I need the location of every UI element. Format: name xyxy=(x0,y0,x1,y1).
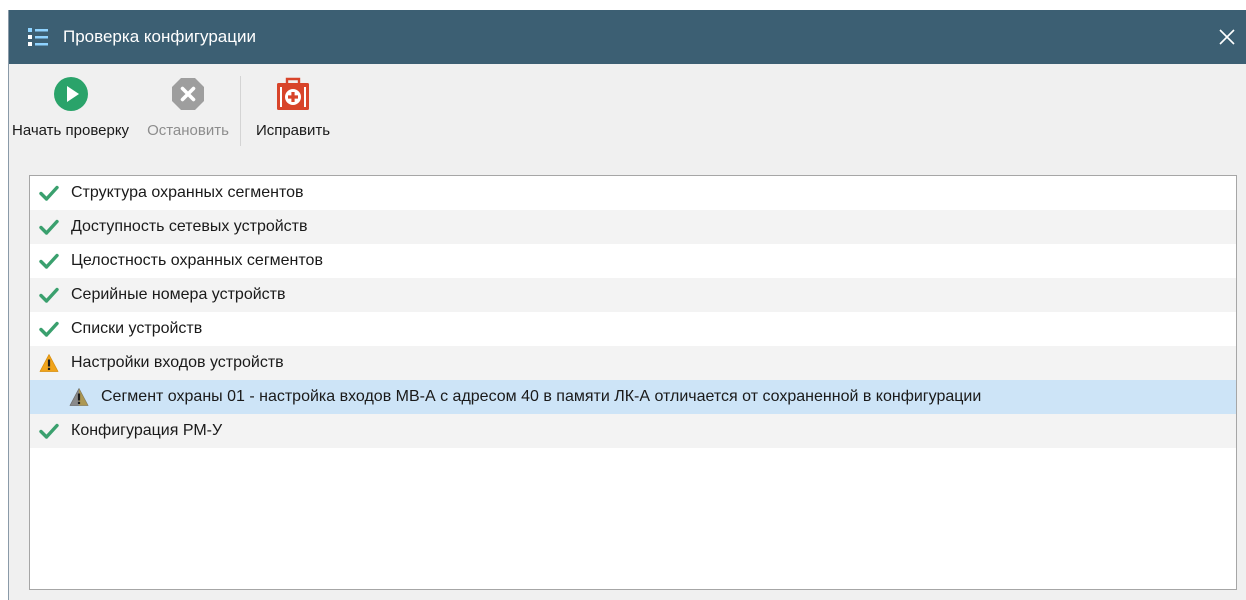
fix-button[interactable]: Исправить xyxy=(253,76,333,139)
check-label: Доступность сетевых устройств xyxy=(71,218,308,235)
check-row[interactable]: Целостность охранных сегментов xyxy=(30,244,1236,278)
app-icon xyxy=(28,28,48,46)
title-bar[interactable]: Проверка конфигурации xyxy=(9,10,1246,64)
check-label: Настройки входов устройств xyxy=(71,354,284,371)
check-label: Списки устройств xyxy=(71,320,203,337)
check-row[interactable]: Конфигурация РМ-У xyxy=(30,414,1236,448)
check-label: Серийные номера устройств xyxy=(71,286,286,303)
check-row[interactable]: Серийные номера устройств xyxy=(30,278,1236,312)
checkmark-icon xyxy=(39,219,59,235)
first-aid-kit-icon xyxy=(277,77,309,110)
check-label: Конфигурация РМ-У xyxy=(71,422,223,439)
check-label: Целостность охранных сегментов xyxy=(71,252,323,269)
check-row[interactable]: Доступность сетевых устройств xyxy=(30,210,1236,244)
stop-button[interactable]: Остановить xyxy=(144,76,232,139)
fix-label: Исправить xyxy=(255,122,331,139)
check-detail-row[interactable]: Сегмент охраны 01 - настройка входов МВ-… xyxy=(30,380,1236,414)
config-check-window: Проверка конфигурации Начать проверку Ос… xyxy=(8,10,1246,600)
warning-icon xyxy=(39,354,59,372)
checkmark-icon xyxy=(39,253,59,269)
start-check-button[interactable]: Начать проверку xyxy=(9,76,132,139)
check-label: Структура охранных сегментов xyxy=(71,184,304,201)
checkmark-icon xyxy=(39,185,59,201)
check-results-list[interactable]: Структура охранных сегментов Доступность … xyxy=(29,175,1237,590)
stop-x-icon xyxy=(172,78,204,110)
check-label: Сегмент охраны 01 - настройка входов МВ-… xyxy=(101,388,982,405)
close-button[interactable] xyxy=(1207,10,1246,64)
toolbar-separator xyxy=(239,76,241,146)
check-row[interactable]: Настройки входов устройств xyxy=(30,346,1236,380)
check-row[interactable]: Списки устройств xyxy=(30,312,1236,346)
checkmark-icon xyxy=(39,423,59,439)
warning-icon xyxy=(69,388,89,406)
check-row[interactable]: Структура охранных сегментов xyxy=(30,176,1236,210)
checkmark-icon xyxy=(39,321,59,337)
start-check-label: Начать проверку xyxy=(12,122,130,139)
play-circle-icon xyxy=(53,77,88,111)
stop-label: Остановить xyxy=(147,122,229,139)
window-title: Проверка конфигурации xyxy=(63,27,256,46)
toolbar: Начать проверку Остановить Исправить xyxy=(9,64,1246,154)
close-icon xyxy=(1219,29,1235,45)
checkmark-icon xyxy=(39,287,59,303)
